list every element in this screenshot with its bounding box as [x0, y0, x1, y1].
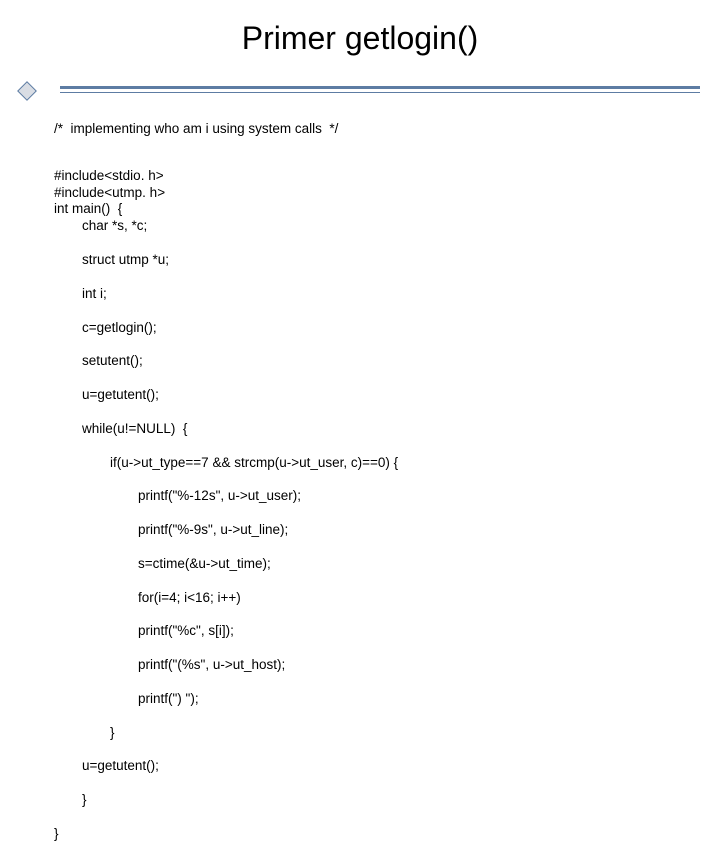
code-line: s=ctime(&u->ut_time);: [54, 556, 398, 573]
code-line: for(i=4; i<16; i++): [54, 590, 398, 607]
code-line: printf("%-9s", u->ut_line);: [54, 522, 398, 539]
code-line: printf("%c", s[i]);: [54, 623, 398, 640]
code-block: /* implementing who am i using system ca…: [54, 104, 398, 843]
code-line: printf("(%s", u->ut_host);: [54, 657, 398, 674]
code-line: /* implementing who am i using system ca…: [54, 121, 338, 136]
code-line: }: [54, 826, 59, 841]
code-line: #include<utmp. h>: [54, 185, 165, 200]
code-line: setutent();: [54, 353, 398, 370]
code-line: c=getlogin();: [54, 320, 398, 337]
code-line: #include<stdio. h>: [54, 168, 164, 183]
code-line: printf(") ");: [54, 691, 398, 708]
code-line: int i;: [54, 286, 398, 303]
code-line: }: [54, 792, 398, 809]
code-line: if(u->ut_type==7 && strcmp(u->ut_user, c…: [54, 455, 398, 472]
code-line: int main() {: [54, 201, 122, 216]
underline-thin: [60, 92, 700, 93]
code-line: u=getutent();: [54, 758, 398, 775]
code-line: char *s, *c;: [54, 218, 398, 235]
slide-title: Primer getlogin(): [0, 20, 720, 57]
code-line: }: [54, 725, 398, 742]
code-line: struct utmp *u;: [54, 252, 398, 269]
underline-thick: [60, 86, 700, 89]
code-line: u=getutent();: [54, 387, 398, 404]
code-line: printf("%-12s", u->ut_user);: [54, 488, 398, 505]
title-underline: [20, 84, 700, 98]
diamond-bullet-icon: [17, 81, 37, 101]
code-line: while(u!=NULL) {: [54, 421, 398, 438]
